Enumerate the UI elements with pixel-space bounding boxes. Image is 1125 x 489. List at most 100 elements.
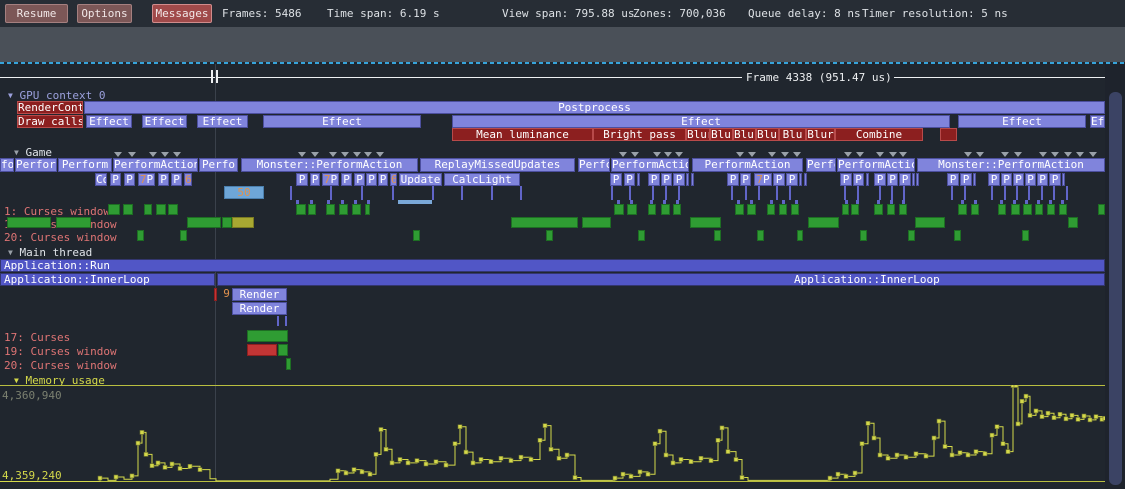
game-zone-bar[interactable]: P [840, 173, 852, 186]
game-zone-bar[interactable]: P [740, 173, 751, 186]
game-zone-bar[interactable]: Perform [15, 158, 57, 172]
gpu-zone-bar[interactable]: Blur [733, 128, 756, 141]
game-zone-bar[interactable]: P [1001, 173, 1012, 186]
game-zone-bar[interactable]: PerformAction [113, 158, 198, 172]
pause-marker-icon[interactable] [216, 70, 218, 83]
lock-activity-bar[interactable] [958, 204, 967, 215]
lock-activity-bar[interactable] [1022, 230, 1029, 241]
lock-activity-bar[interactable] [908, 230, 915, 241]
lock-activity-bar[interactable] [874, 204, 883, 215]
gpu-zone-bar[interactable]: Effect [263, 115, 421, 128]
game-zone-bar[interactable]: 6 [184, 173, 192, 186]
game-zone-bar[interactable]: PerformActio [611, 158, 689, 172]
game-zone-bar[interactable]: P [1049, 173, 1061, 186]
gpu-zone-bar[interactable]: Bright pass [593, 128, 686, 141]
lock-activity-bar[interactable] [232, 217, 254, 228]
gpu-zone-bar[interactable]: Postprocess [84, 101, 1105, 114]
game-zone-bar[interactable] [1062, 173, 1065, 186]
game-zone-bar[interactable]: P [1037, 173, 1048, 186]
options-button[interactable]: Options [77, 4, 132, 23]
gpu-zone-bar[interactable]: Effect [958, 115, 1086, 128]
lock-activity-bar[interactable] [156, 204, 166, 215]
lock-activity-bar[interactable] [735, 204, 744, 215]
game-zone-bar[interactable]: 7P [138, 173, 155, 186]
lock-activity-bar[interactable] [308, 204, 316, 215]
lock-activity-bar[interactable] [278, 344, 288, 356]
pause-marker-icon[interactable] [211, 70, 213, 83]
lock-activity-bar[interactable] [971, 204, 979, 215]
lock-activity-bar[interactable] [998, 204, 1006, 215]
gpu-zone-bar[interactable]: Draw calls [17, 115, 83, 128]
lock-activity-bar[interactable] [7, 217, 51, 228]
game-zone-bar[interactable]: P [354, 173, 365, 186]
lock-activity-bar[interactable] [1023, 204, 1032, 215]
game-zone-bar[interactable]: P [773, 173, 785, 186]
game-zone-bar[interactable]: Perform [58, 158, 112, 172]
lock-activity-bar[interactable] [180, 230, 187, 241]
game-zone-bar[interactable] [973, 173, 976, 186]
game-zone-bar[interactable]: P [727, 173, 739, 186]
render-zone-bar[interactable]: Render [232, 302, 287, 315]
gpu-zone-bar[interactable]: Combine [835, 128, 923, 141]
gpu-zone-bar[interactable]: Mean luminance [452, 128, 593, 141]
lock-activity-bar[interactable] [614, 204, 624, 215]
lock-activity-bar[interactable] [860, 230, 867, 241]
lock-activity-bar[interactable] [222, 217, 232, 228]
lock-activity-bar[interactable] [123, 204, 133, 215]
lock-activity-bar[interactable] [791, 204, 799, 215]
lock-activity-bar[interactable] [108, 204, 120, 215]
lock-activity-bar[interactable] [1068, 217, 1078, 228]
lock-activity-bar[interactable] [168, 204, 178, 215]
messages-button[interactable]: Messages [152, 4, 212, 23]
game-zone-bar[interactable] [866, 173, 869, 186]
game-zone-bar[interactable] [691, 173, 694, 186]
game-zone-bar[interactable]: ReplayMissedUpdates [420, 158, 575, 172]
gpu-zone-bar[interactable]: Blur [710, 128, 733, 141]
main-zone-bar[interactable]: Application::InnerLoop [217, 273, 1105, 286]
lock-activity-bar[interactable] [137, 230, 144, 241]
lock-activity-bar[interactable] [954, 230, 961, 241]
game-zone-bar[interactable] [686, 173, 689, 186]
lock-activity-bar[interactable] [582, 217, 611, 228]
lock-activity-bar[interactable] [808, 217, 839, 228]
game-zone-bar[interactable]: 6 [390, 173, 397, 186]
game-zone-bar[interactable]: P [110, 173, 121, 186]
lock-activity-bar[interactable] [339, 204, 348, 215]
lock-activity-bar[interactable] [187, 217, 221, 228]
game-zone-bar[interactable]: P [853, 173, 864, 186]
game-zone-bar[interactable]: P [988, 173, 1000, 186]
game-zone-bar[interactable]: P [171, 173, 182, 186]
lock-activity-bar[interactable] [365, 204, 370, 215]
lock-activity-bar[interactable] [247, 330, 288, 342]
section-main-thread[interactable]: ▼ Main thread [8, 246, 92, 259]
game-zone-bar[interactable]: P [310, 173, 320, 186]
game-zone-bar[interactable]: P [947, 173, 959, 186]
game-zone-bar[interactable]: P [661, 173, 672, 186]
gpu-zone-bar[interactable]: Blu [779, 128, 806, 141]
timeline-scrollbar-thumb[interactable] [1109, 92, 1122, 485]
game-zone-bar[interactable]: Perfc [806, 158, 836, 172]
game-zone-bar[interactable]: P [610, 173, 622, 186]
lock-activity-bar[interactable] [1098, 204, 1105, 215]
game-zone-bar[interactable]: fo [0, 158, 14, 172]
game-zone-bar[interactable]: PerformActic [837, 158, 915, 172]
main-zone-bar[interactable]: Application::Run [0, 259, 1105, 272]
game-zone-bar[interactable]: CalcLight [444, 173, 520, 186]
lock-activity-bar[interactable] [673, 204, 681, 215]
lock-activity-bar[interactable] [1011, 204, 1020, 215]
game-zone-bar[interactable]: Monster::PerformAction [241, 158, 418, 172]
game-zone-bar[interactable]: P [874, 173, 886, 186]
game-zone-bar[interactable]: P [1025, 173, 1036, 186]
gpu-zone-bar[interactable]: Effect [452, 115, 950, 128]
gpu-zone-bar[interactable]: Effect [86, 115, 132, 128]
game-zone-bar[interactable]: PerformAction [692, 158, 803, 172]
game-zone-bar[interactable]: Co [95, 173, 107, 186]
game-zone-bar[interactable] [916, 173, 919, 186]
resume-button[interactable]: Resume [5, 4, 68, 23]
lock-activity-bar[interactable] [648, 204, 656, 215]
collapsed-zone-badge[interactable]: 50 [224, 186, 264, 199]
game-zone-bar[interactable]: P [341, 173, 352, 186]
game-zone-bar[interactable]: 7P [754, 173, 772, 186]
game-zone-bar[interactable]: Update [399, 173, 442, 186]
lock-activity-bar[interactable] [352, 204, 361, 215]
